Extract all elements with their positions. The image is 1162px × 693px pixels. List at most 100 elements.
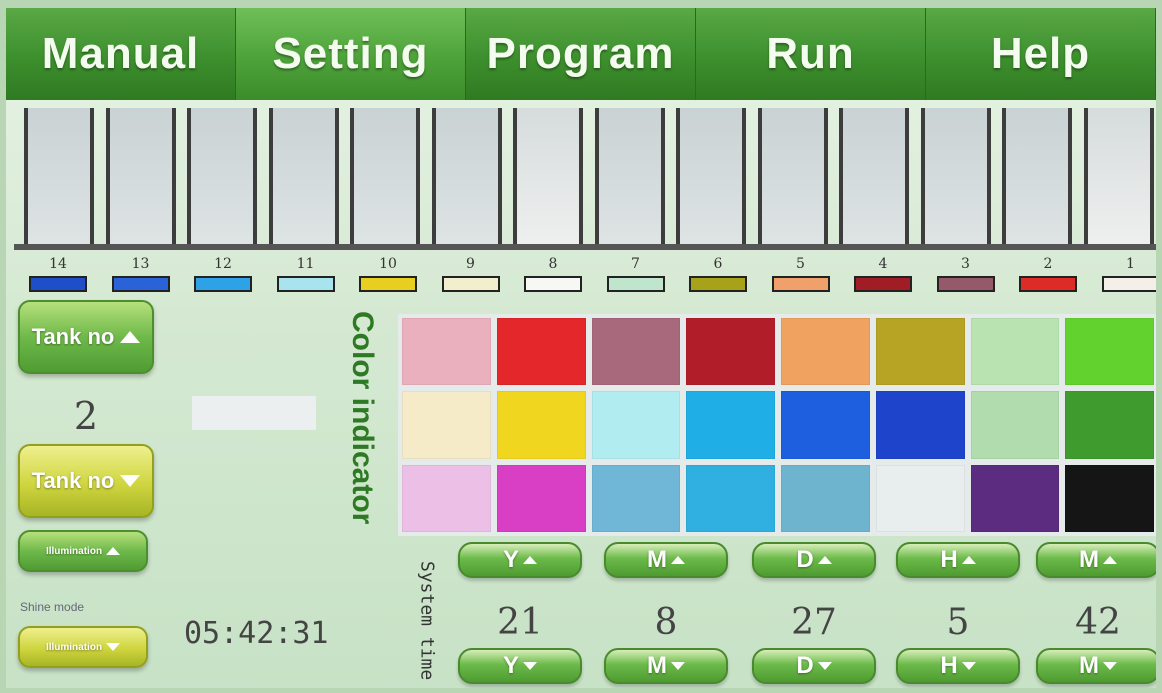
tank-color-swatch xyxy=(524,276,582,292)
time-field-letter: M xyxy=(1079,652,1099,679)
color-swatch-button[interactable] xyxy=(496,318,586,386)
day-up-button[interactable]: D xyxy=(752,542,876,578)
up-arrow-icon xyxy=(106,547,121,555)
tank-color-swatch xyxy=(936,276,995,292)
tank-number-label: 2 xyxy=(1043,256,1053,272)
color-swatch-button[interactable] xyxy=(875,391,965,459)
day-down-button[interactable]: D xyxy=(752,648,876,684)
tank-no-down-label: Tank no xyxy=(31,468,115,493)
tank-number-label: 12 xyxy=(214,256,232,272)
up-arrow-icon xyxy=(961,556,976,564)
tank-slot[interactable] xyxy=(350,108,420,248)
month-down-button[interactable]: M xyxy=(604,648,728,684)
color-swatch-button[interactable] xyxy=(875,464,965,532)
tank-number-label: 8 xyxy=(548,256,558,272)
year-value: 21 xyxy=(497,602,543,643)
up-arrow-icon xyxy=(671,556,685,564)
tank-slot[interactable] xyxy=(105,108,176,248)
tank-no-up-button[interactable]: Tank no xyxy=(18,300,154,374)
selected-color-preview xyxy=(192,396,316,430)
tab-run[interactable]: Run xyxy=(696,8,926,100)
tank-color-swatch xyxy=(854,276,912,292)
down-arrow-icon xyxy=(106,643,121,651)
tab-help[interactable]: Help xyxy=(926,8,1156,100)
up-arrow-icon xyxy=(523,556,537,564)
down-arrow-icon xyxy=(523,662,537,670)
tank-rail xyxy=(14,244,1156,250)
tank-slot[interactable] xyxy=(1083,108,1154,248)
tab-program[interactable]: Program xyxy=(466,8,696,100)
tank-slot[interactable] xyxy=(513,108,583,248)
hour-down-button[interactable]: H xyxy=(896,648,1020,684)
tank-slot[interactable] xyxy=(757,108,828,248)
illumination-down-label: Illumination xyxy=(45,641,103,653)
color-swatch-button[interactable] xyxy=(686,391,775,459)
tank-slot[interactable] xyxy=(920,108,991,248)
color-swatch-button[interactable] xyxy=(402,464,491,532)
time-field-letter: D xyxy=(796,652,814,679)
tank-slot[interactable] xyxy=(431,108,502,248)
color-swatch-button[interactable] xyxy=(402,318,491,386)
color-swatch-button[interactable] xyxy=(591,391,681,459)
tank-slot[interactable] xyxy=(24,108,94,248)
color-swatch-button[interactable] xyxy=(686,464,775,532)
up-arrow-icon xyxy=(817,556,832,564)
illumination-up-label: Illumination xyxy=(45,545,103,557)
tank-color-swatch xyxy=(441,276,500,292)
tank-color-swatch xyxy=(359,276,417,292)
color-swatch-button[interactable] xyxy=(496,391,586,459)
tank-slot[interactable] xyxy=(676,108,746,248)
month-value: 8 xyxy=(654,602,678,643)
tank-number-label: 13 xyxy=(131,256,150,272)
tank-number-label: 6 xyxy=(713,256,723,272)
tank-number-value: 2 xyxy=(73,394,99,438)
color-swatch-button[interactable] xyxy=(591,464,681,532)
up-arrow-icon xyxy=(1103,556,1117,564)
tank-slot[interactable] xyxy=(187,108,257,248)
down-arrow-icon xyxy=(120,475,141,487)
down-arrow-icon xyxy=(961,662,976,670)
color-swatch-button[interactable] xyxy=(875,318,965,386)
color-swatch-button[interactable] xyxy=(970,464,1060,532)
year-down-button[interactable]: Y xyxy=(458,648,582,684)
tank-slot[interactable] xyxy=(1002,108,1072,248)
hour-up-button[interactable]: H xyxy=(896,542,1020,578)
tank-number-label: 9 xyxy=(466,256,475,272)
color-swatch-button[interactable] xyxy=(496,464,586,532)
color-swatch-button[interactable] xyxy=(402,391,491,459)
color-swatch-button[interactable] xyxy=(1065,391,1154,459)
minute-down-button[interactable]: M xyxy=(1036,648,1156,684)
time-field-letter: H xyxy=(940,652,958,679)
color-indicator-label: Color indicator xyxy=(346,311,379,525)
illumination-down-button[interactable]: Illumination xyxy=(18,626,148,668)
tab-label: Setting xyxy=(272,29,429,78)
tank-slot[interactable] xyxy=(594,108,665,248)
year-up-button[interactable]: Y xyxy=(458,542,582,578)
time-field-letter: H xyxy=(940,546,958,573)
tab-setting[interactable]: Setting xyxy=(236,8,466,100)
time-field-letter: M xyxy=(1079,546,1099,573)
color-swatch-button[interactable] xyxy=(781,391,870,459)
color-swatch-button[interactable] xyxy=(970,318,1060,386)
tank-no-down-button[interactable]: Tank no xyxy=(18,444,154,518)
tank-number-label: 1 xyxy=(1126,256,1135,272)
illumination-up-button[interactable]: Illumination xyxy=(18,530,148,572)
color-swatch-button[interactable] xyxy=(970,391,1060,459)
tank-color-swatch xyxy=(111,276,170,292)
tank-slot[interactable] xyxy=(839,108,909,248)
color-swatch-button[interactable] xyxy=(686,318,775,386)
control-screen: Manual Setting Program Run Help Tank no … xyxy=(6,8,1156,688)
color-swatch-button[interactable] xyxy=(781,464,870,532)
color-swatch-button[interactable] xyxy=(781,318,870,386)
down-arrow-icon xyxy=(671,662,685,670)
color-swatch-button[interactable] xyxy=(1065,464,1154,532)
time-field-letter: D xyxy=(796,546,814,573)
color-swatch-button[interactable] xyxy=(591,318,681,386)
tank-slot[interactable] xyxy=(268,108,339,248)
tab-manual[interactable]: Manual xyxy=(6,8,236,100)
minute-up-button[interactable]: M xyxy=(1036,542,1156,578)
month-up-button[interactable]: M xyxy=(604,542,728,578)
tank-number-label: 7 xyxy=(631,256,640,272)
color-swatch-button[interactable] xyxy=(1065,318,1154,386)
up-arrow-icon xyxy=(120,331,141,343)
